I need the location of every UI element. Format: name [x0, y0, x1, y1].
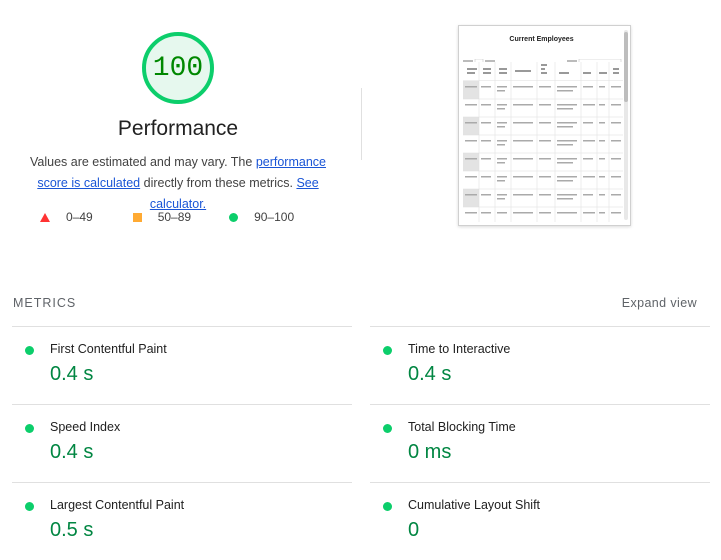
- metric-value: 0 ms: [408, 441, 452, 463]
- metric-name: Largest Contentful Paint: [50, 498, 185, 512]
- expand-view-button[interactable]: Expand view: [622, 296, 697, 310]
- thumbnail-title: Current Employees: [509, 36, 574, 43]
- pass-circle-icon: [25, 424, 34, 433]
- score-legend: 0–49 50–89 90–100: [40, 210, 294, 224]
- metric-largest-contentful-paint: Largest Contentful Paint 0.5 s: [12, 482, 352, 560]
- metric-value: 0.4 s: [50, 441, 94, 463]
- fail-triangle-icon: [40, 212, 50, 222]
- legend-range-pass: 90–100: [254, 210, 295, 224]
- metric-value: 0: [408, 519, 420, 541]
- performance-description: Values are estimated and may vary. The p…: [14, 152, 342, 215]
- metric-total-blocking-time: Total Blocking Time 0 ms: [370, 404, 710, 482]
- pass-circle-icon: [25, 502, 34, 511]
- legend-item-pass: 90–100: [229, 210, 294, 224]
- pass-circle-icon: [25, 346, 34, 355]
- vertical-divider: [361, 88, 362, 160]
- thumbnail-controls: [463, 52, 623, 65]
- metrics-header: METRICS: [13, 296, 77, 310]
- pass-circle-icon: [383, 502, 392, 511]
- metric-first-contentful-paint: First Contentful Paint 0.4 s: [12, 326, 352, 404]
- metric-name: First Contentful Paint: [50, 342, 167, 356]
- legend-range-fail: 0–49: [66, 210, 93, 224]
- metric-value: 0.4 s: [408, 363, 452, 385]
- thumbnail-scrollbar-thumb: [624, 32, 628, 102]
- metric-value: 0.4 s: [50, 363, 94, 385]
- metric-name: Time to Interactive: [408, 342, 511, 356]
- pass-circle-icon: [229, 212, 239, 222]
- pass-circle-icon: [383, 346, 392, 355]
- description-text-middle: directly from these metrics.: [140, 176, 297, 190]
- pass-circle-icon: [383, 424, 392, 433]
- average-square-icon: [132, 212, 142, 222]
- legend-item-fail: 0–49: [40, 210, 93, 224]
- metric-name: Total Blocking Time: [408, 420, 516, 434]
- metric-speed-index: Speed Index 0.4 s: [12, 404, 352, 482]
- metric-cumulative-layout-shift: Cumulative Layout Shift 0: [370, 482, 710, 560]
- metric-name: Speed Index: [50, 420, 121, 434]
- final-screenshot-thumbnail[interactable]: Current Employees: [458, 25, 631, 226]
- legend-range-average: 50–89: [157, 210, 192, 224]
- description-text-prefix: Values are estimated and may vary. The: [30, 155, 256, 169]
- metric-value: 0.5 s: [50, 519, 94, 541]
- legend-item-average: 50–89: [132, 210, 192, 224]
- thumbnail-table-graphic: [463, 62, 623, 222]
- metric-time-to-interactive: Time to Interactive 0.4 s: [370, 326, 710, 404]
- performance-score-value: 100: [152, 52, 204, 84]
- metric-name: Cumulative Layout Shift: [408, 498, 541, 512]
- performance-title: Performance: [117, 117, 239, 140]
- performance-score-gauge: 100: [142, 32, 214, 104]
